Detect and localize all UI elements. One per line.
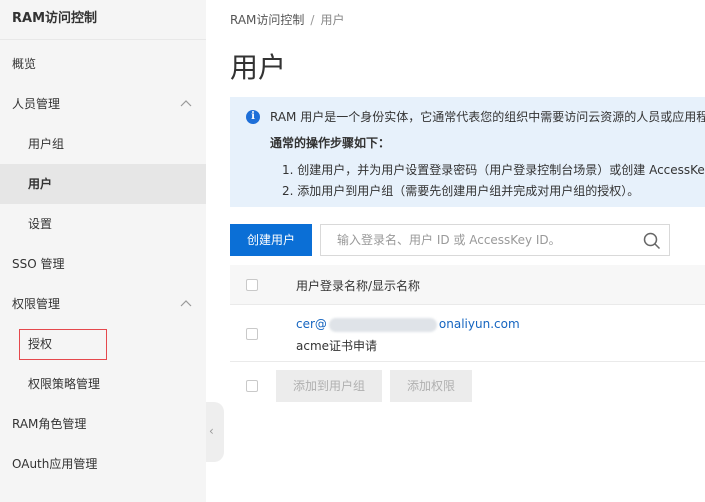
- search-box: [320, 224, 670, 256]
- user-login-link[interactable]: cer@ onaliyun.com: [296, 317, 520, 332]
- sidebar-item-sso[interactable]: SSO 管理: [0, 244, 206, 284]
- chevron-left-icon: ‹: [209, 424, 214, 438]
- add-to-group-button[interactable]: 添加到用户组: [276, 370, 382, 402]
- breadcrumb-root-link[interactable]: RAM访问控制: [230, 13, 304, 27]
- sidebar-title: RAM访问控制: [0, 0, 206, 40]
- table-footer: 添加到用户组 添加权限: [230, 370, 705, 402]
- sidebar-item-label: 概览: [12, 57, 37, 71]
- sidebar-item-policies[interactable]: 权限策略管理: [0, 364, 206, 404]
- column-header-login-name: 用户登录名称/显示名称: [296, 279, 421, 293]
- info-step-2: 2. 添加用户到用户组（需要先创建用户组并完成对用户组的授权）。: [282, 184, 640, 198]
- row-checkbox[interactable]: [246, 328, 258, 340]
- info-description: RAM 用户是一个身份实体，它通常代表您的组织中需要访问云资源的人员或应用程序。: [270, 110, 705, 124]
- table-row: cer@ onaliyun.com acme证书申请: [230, 306, 705, 362]
- sidebar-item-label: 权限管理: [12, 297, 61, 311]
- sidebar-item-label: 权限策略管理: [28, 377, 101, 391]
- sidebar-item-label: 用户: [28, 177, 53, 191]
- breadcrumb: RAM访问控制 / 用户: [230, 11, 344, 28]
- sidebar-item-settings[interactable]: 设置: [0, 204, 206, 244]
- table-header: 用户登录名称/显示名称: [230, 265, 705, 305]
- sidebar-item-label: SSO 管理: [12, 257, 65, 271]
- sidebar-item-identities[interactable]: 人员管理: [0, 84, 206, 124]
- sidebar-item-label: 设置: [28, 217, 53, 231]
- sidebar: RAM访问控制 概览 人员管理 用户组 用户 设置 SSO 管理 权限管理 授权…: [0, 0, 206, 502]
- sidebar-item-user-groups[interactable]: 用户组: [0, 124, 206, 164]
- select-all-checkbox[interactable]: [246, 279, 258, 291]
- email-prefix: cer@: [296, 317, 327, 331]
- sidebar-item-label: 用户组: [28, 137, 65, 151]
- chevron-up-icon: [180, 300, 192, 307]
- user-display-name: acme证书申请: [296, 339, 378, 353]
- add-permission-button[interactable]: 添加权限: [390, 370, 472, 402]
- sidebar-item-permissions[interactable]: 权限管理: [0, 284, 206, 324]
- sidebar-item-label: RAM角色管理: [12, 417, 87, 431]
- page-title: 用户: [230, 51, 287, 84]
- breadcrumb-current: 用户: [320, 13, 345, 27]
- info-step-1: 1. 创建用户，并为用户设置登录密码（用户登录控制台场景）或创建 AccessK…: [282, 163, 705, 177]
- redacted-mask: [328, 317, 437, 332]
- email-suffix: onaliyun.com: [438, 317, 520, 331]
- sidebar-item-ram-roles[interactable]: RAM角色管理: [0, 404, 206, 444]
- sidebar-item-users[interactable]: 用户: [0, 164, 206, 204]
- sidebar-item-label: 人员管理: [12, 97, 61, 111]
- search-icon[interactable]: [643, 232, 661, 250]
- sidebar-item-oauth-apps[interactable]: OAuth应用管理: [0, 444, 206, 484]
- sidebar-item-overview[interactable]: 概览: [0, 44, 206, 84]
- info-heading: 通常的操作步骤如下：: [270, 136, 391, 150]
- search-input[interactable]: [321, 225, 631, 255]
- info-icon: i: [246, 110, 260, 124]
- chevron-up-icon: [180, 100, 192, 107]
- sidebar-item-label: OAuth应用管理: [12, 457, 98, 471]
- highlight-box: [19, 329, 107, 360]
- create-user-button[interactable]: 创建用户: [230, 224, 312, 256]
- sidebar-collapse-handle[interactable]: ‹: [206, 402, 224, 462]
- info-panel: i RAM 用户是一个身份实体，它通常代表您的组织中需要访问云资源的人员或应用程…: [230, 97, 705, 207]
- footer-select-all-checkbox[interactable]: [246, 380, 258, 392]
- breadcrumb-separator: /: [310, 13, 315, 27]
